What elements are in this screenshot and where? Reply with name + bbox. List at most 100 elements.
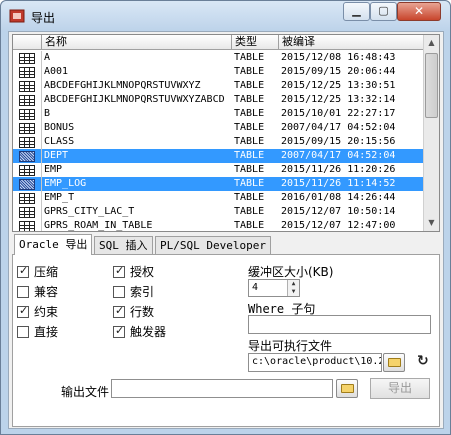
table-row[interactable]: EMP_LOG TABLE 2015/11/26 11:14:52 xyxy=(13,177,424,191)
spin-up-icon[interactable]: ▲ xyxy=(288,280,299,288)
row-icon-cell xyxy=(13,205,42,219)
row-type: TABLE xyxy=(234,66,265,77)
direct-checkbox-box[interactable] xyxy=(17,326,29,338)
folder-icon xyxy=(341,384,354,393)
table-row[interactable]: GPRS_ROAM_IN_TABLE TABLE 2015/12/07 12:47:… xyxy=(13,219,424,231)
table-row[interactable]: A001 TABLE 2015/09/15 20:06:44 xyxy=(13,65,424,79)
buffer-size-stepper[interactable]: 4 ▲ ▼ xyxy=(248,279,300,297)
export-button[interactable]: 导出 xyxy=(370,378,430,399)
row-compiled: 2007/04/17 04:52:04 xyxy=(281,122,396,133)
table-row[interactable]: ABCDEFGHIJKLMNOPQRSTUVWXYZ TABLE 2015/12/2… xyxy=(13,79,424,93)
column-header-type[interactable]: 类型 xyxy=(232,35,279,50)
browse-output-button[interactable] xyxy=(336,379,358,398)
grants-checkbox[interactable]: 授权 xyxy=(113,264,154,279)
table-icon xyxy=(19,123,35,134)
scroll-thumb[interactable] xyxy=(425,53,438,118)
grid-rows: A TABLE 2015/12/08 16:48:43 A001 TABLE 2015/0… xyxy=(13,51,424,231)
buffer-size-spinner[interactable]: ▲ ▼ xyxy=(287,280,299,296)
maximize-button[interactable]: ▢ xyxy=(370,2,397,21)
tab-strip: Oracle 导出 SQL 插入 PL/SQL Developer xyxy=(12,234,440,255)
buffer-size-label: 缓冲区大小(KB) xyxy=(248,265,334,279)
tab-sql-insert[interactable]: SQL 插入 xyxy=(94,236,153,254)
table-icon xyxy=(19,53,35,64)
tab-oracle-export[interactable]: Oracle 导出 xyxy=(14,234,93,255)
compress-checkbox-box[interactable] xyxy=(17,264,29,278)
table-row[interactable]: BONUS TABLE 2007/04/17 04:52:04 xyxy=(13,121,424,135)
row-type: TABLE xyxy=(234,122,265,133)
indexes-checkbox[interactable]: 索引 xyxy=(113,285,154,299)
row-icon-cell xyxy=(13,163,42,177)
grid-header: 名称 类型 被编译 xyxy=(13,35,424,50)
row-icon-cell xyxy=(13,93,42,107)
rows-checkbox-box[interactable] xyxy=(113,304,125,318)
table-row[interactable]: EMP_T TABLE 2016/01/08 14:26:44 xyxy=(13,191,424,205)
row-type: TABLE xyxy=(234,192,265,203)
minimize-button[interactable]: ▁ xyxy=(343,2,370,21)
row-compiled: 2015/12/25 13:32:14 xyxy=(281,94,396,105)
close-button[interactable]: ✕ xyxy=(397,2,441,21)
table-row[interactable]: GPRS_CITY_LAC_T TABLE 2015/12/07 10:50:14 xyxy=(13,205,424,219)
export-window: 导出 ▁ ▢ ✕ 名称 类型 被编译 A TABLE 2015/12/08 16:4… xyxy=(0,0,451,435)
row-icon-cell xyxy=(13,177,42,191)
where-clause-input[interactable] xyxy=(248,315,431,334)
row-icon-cell xyxy=(13,65,42,79)
dialog-client: 名称 类型 被编译 A TABLE 2015/12/08 16:48:43 A001 T… xyxy=(8,31,444,429)
table-icon xyxy=(19,207,35,218)
table-icon xyxy=(19,221,35,231)
grants-checkbox-box[interactable] xyxy=(113,264,125,278)
constraints-checkbox[interactable]: 约束 xyxy=(17,304,58,319)
constraints-checkbox-box[interactable] xyxy=(17,304,29,318)
export-executable-input[interactable]: c:\oracle\product\10.2 xyxy=(248,353,382,372)
buffer-size-value: 4 xyxy=(252,282,259,293)
table-row[interactable]: CLASS TABLE 2015/09/15 20:15:56 xyxy=(13,135,424,149)
rows-checkbox[interactable]: 行数 xyxy=(113,304,154,319)
indexes-checkbox-box[interactable] xyxy=(113,286,125,298)
compress-checkbox[interactable]: 压缩 xyxy=(17,264,58,279)
table-icon xyxy=(19,109,35,120)
maximize-icon: ▢ xyxy=(378,4,389,17)
app-icon xyxy=(9,9,25,23)
direct-checkbox[interactable]: 直接 xyxy=(17,325,58,339)
row-icon-cell xyxy=(13,135,42,149)
row-icon-cell xyxy=(13,149,42,163)
column-header-compiled[interactable]: 被编译 xyxy=(279,35,424,50)
spin-down-icon[interactable]: ▼ xyxy=(288,288,299,296)
output-file-label: 输出文件 xyxy=(61,385,110,399)
row-name: ABCDEFGHIJKLMNOPQRSTUVWXYZABCD xyxy=(44,94,225,105)
export-executable-label: 导出可执行文件 xyxy=(248,339,333,353)
header-icon-column[interactable] xyxy=(13,35,42,50)
output-file-input[interactable] xyxy=(111,379,333,398)
compatible-checkbox-box[interactable] xyxy=(17,286,29,298)
row-compiled: 2015/11/26 11:14:52 xyxy=(281,178,396,189)
scroll-down-arrow-icon[interactable]: ▼ xyxy=(424,215,439,231)
row-name: CLASS xyxy=(44,136,75,147)
table-row[interactable]: B TABLE 2015/10/01 22:27:17 xyxy=(13,107,424,121)
grid-vertical-scrollbar[interactable]: ▲ ▼ xyxy=(423,35,439,231)
row-compiled: 2016/01/08 14:26:44 xyxy=(281,192,396,203)
tab-plsql-developer[interactable]: PL/SQL Developer xyxy=(155,236,271,254)
row-type: TABLE xyxy=(234,178,265,189)
close-icon: ✕ xyxy=(413,4,425,18)
table-row[interactable]: A TABLE 2015/12/08 16:48:43 xyxy=(13,51,424,65)
triggers-checkbox-box[interactable] xyxy=(113,324,125,338)
triggers-checkbox[interactable]: 触发器 xyxy=(113,324,166,339)
scroll-up-arrow-icon[interactable]: ▲ xyxy=(424,35,439,51)
row-compiled: 2015/09/15 20:06:44 xyxy=(281,66,396,77)
table-icon xyxy=(19,67,35,78)
row-icon-cell xyxy=(13,121,42,135)
column-header-name[interactable]: 名称 xyxy=(42,35,232,50)
table-row[interactable]: EMP TABLE 2015/11/26 11:20:26 xyxy=(13,163,424,177)
table-row[interactable]: DEPT TABLE 2007/04/17 04:52:04 xyxy=(13,149,424,163)
table-row[interactable]: ABCDEFGHIJKLMNOPQRSTUVWXYZABCD TABLE 2015/… xyxy=(13,93,424,107)
browse-executable-button[interactable] xyxy=(383,353,405,372)
row-name: GPRS_ROAM_IN_TABLE xyxy=(44,220,153,231)
row-type: TABLE xyxy=(234,80,265,91)
refresh-icon[interactable]: ↻ xyxy=(417,353,429,369)
folder-icon xyxy=(388,358,401,367)
row-name: A001 xyxy=(44,66,69,77)
object-grid[interactable]: 名称 类型 被编译 A TABLE 2015/12/08 16:48:43 A001 T… xyxy=(12,34,440,232)
row-type: TABLE xyxy=(234,52,265,63)
window-title: 导出 xyxy=(31,11,56,25)
row-name: A xyxy=(44,52,51,63)
compatible-checkbox[interactable]: 兼容 xyxy=(17,285,58,299)
